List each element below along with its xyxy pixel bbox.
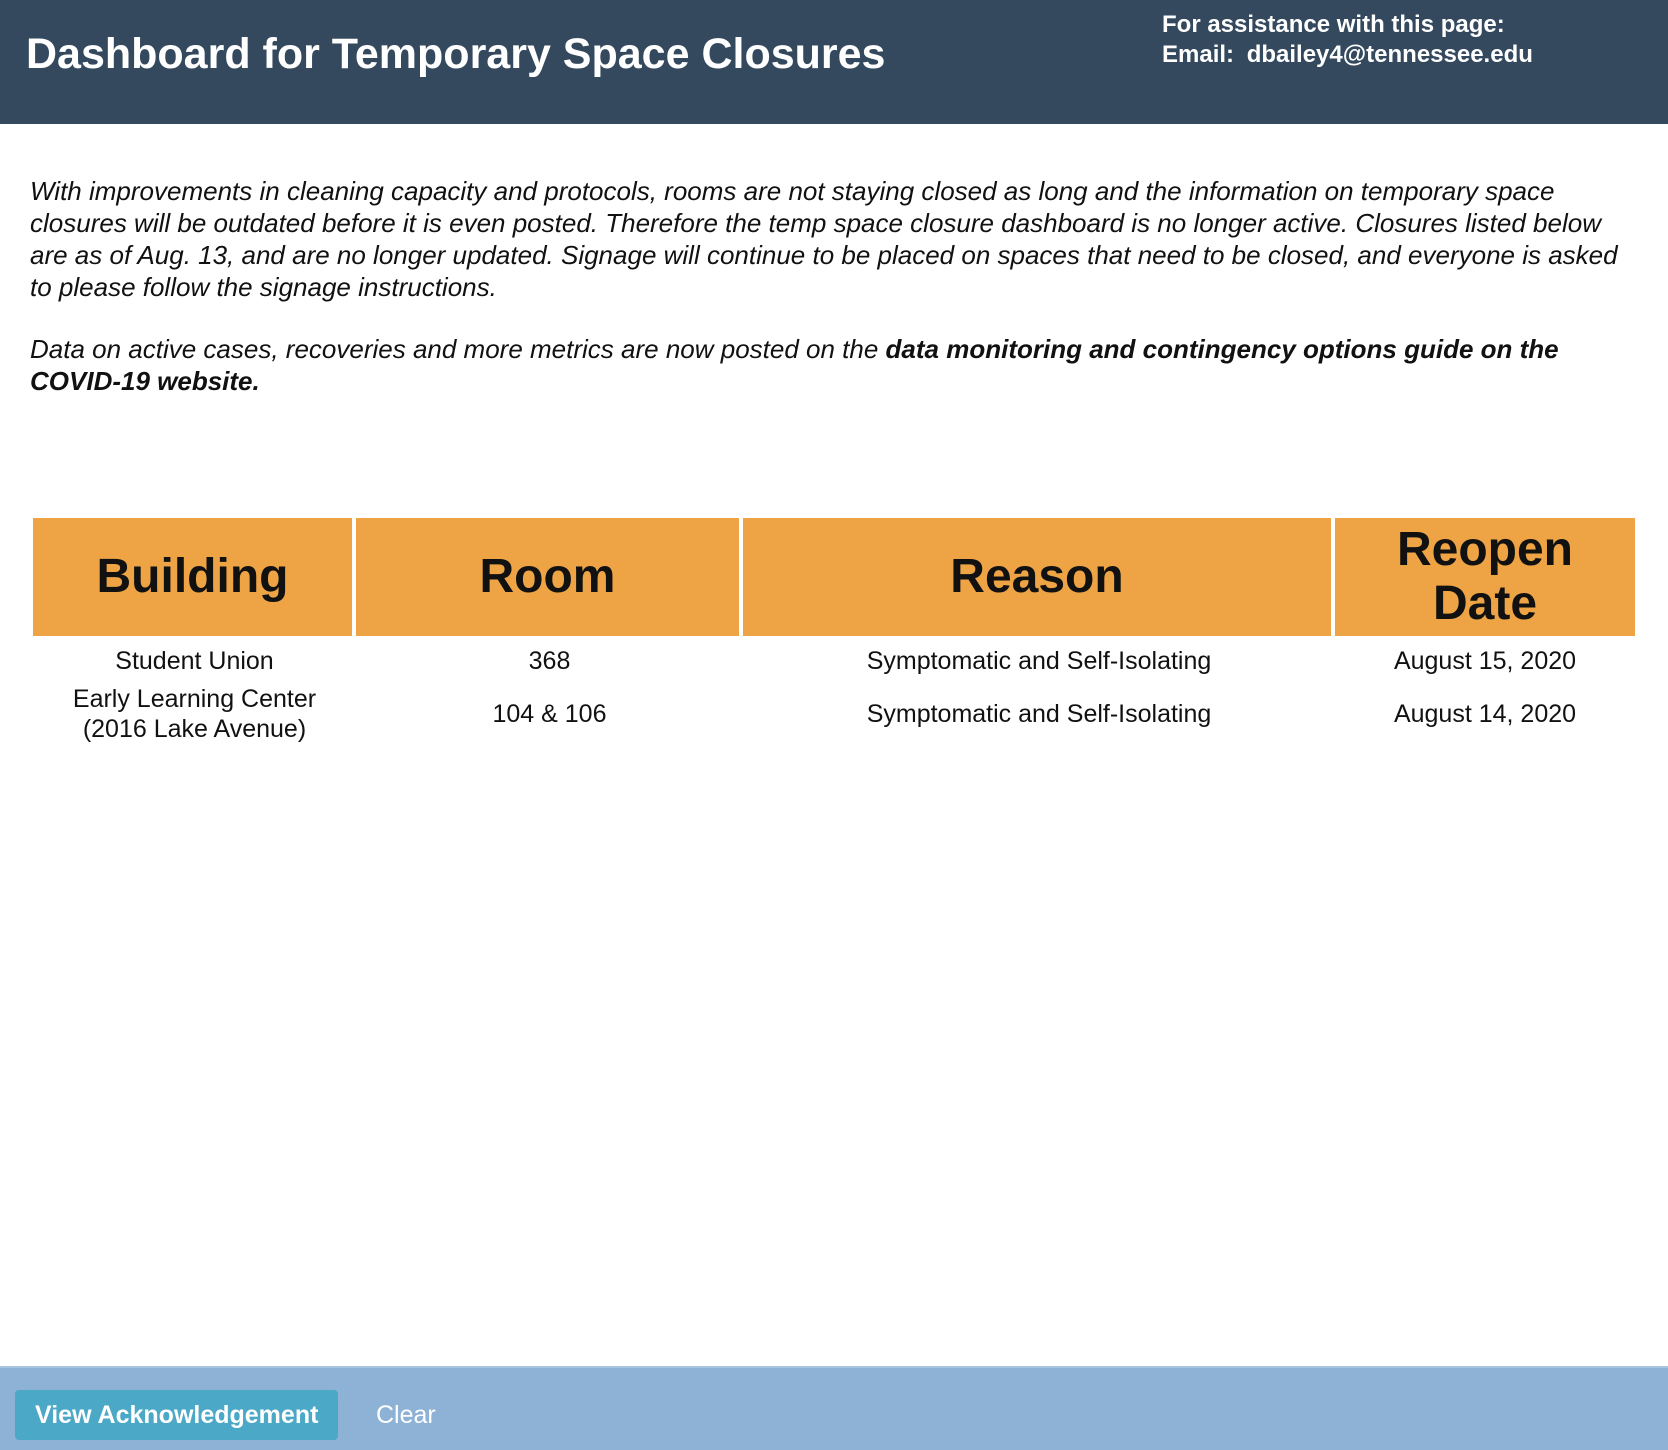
cell-building: Early Learning Center (2016 Lake Avenue) [33, 680, 356, 748]
footer-bar: View Acknowledgement Clear [0, 1366, 1668, 1450]
assistance-email[interactable]: dbailey4@tennessee.edu [1247, 41, 1533, 68]
building-name: Early Learning Center [72, 685, 317, 713]
table-row: Student Union 368 Symptomatic and Self-I… [33, 636, 1635, 680]
page-title: Dashboard for Temporary Space Closures [26, 30, 886, 78]
notice-paragraph-data: Data on active cases, recoveries and mor… [30, 333, 1640, 397]
cell-room: 104 & 106 [492, 700, 607, 728]
reopen-header-line1: Reopen [1396, 523, 1573, 576]
assistance-info: For assistance with this page: Email: db… [1162, 10, 1533, 70]
assistance-email-line: Email: dbailey4@tennessee.edu [1162, 40, 1533, 70]
column-header-building: Building [33, 518, 356, 636]
assistance-text: For assistance with this page: [1162, 11, 1505, 38]
view-acknowledgement-button[interactable]: View Acknowledgement [15, 1390, 339, 1440]
clear-button[interactable]: Clear [366, 1390, 446, 1440]
building-name: Student Union [115, 647, 274, 675]
cell-reopen-date: August 14, 2020 [1393, 700, 1577, 728]
building-address: (2016 Lake Avenue) [82, 715, 307, 743]
page-header: Dashboard for Temporary Space Closures F… [0, 0, 1668, 124]
email-label: Email: [1162, 41, 1235, 68]
table-row: Early Learning Center (2016 Lake Avenue)… [33, 680, 1635, 748]
cell-room: 368 [528, 647, 571, 675]
cell-reason: Symptomatic and Self-Isolating [866, 647, 1212, 675]
notice-paragraph: With improvements in cleaning capacity a… [30, 176, 1618, 302]
notice-data-prefix: Data on active cases, recoveries and mor… [30, 334, 886, 364]
page: Dashboard for Temporary Space Closures F… [0, 0, 1668, 1450]
column-header-room: Room [356, 518, 743, 636]
closures-table: Building Room Reason Reopen Date Student… [33, 518, 1635, 748]
cell-building: Student Union [33, 636, 356, 680]
reopen-header-line2: Date [1432, 577, 1538, 630]
column-header-reopen-date: Reopen Date [1335, 518, 1635, 636]
cell-reopen-date: August 15, 2020 [1393, 647, 1577, 675]
table-header-row: Building Room Reason Reopen Date [33, 518, 1635, 636]
cell-reason: Symptomatic and Self-Isolating [866, 700, 1212, 728]
notice-text: With improvements in cleaning capacity a… [30, 175, 1640, 427]
column-header-reason: Reason [743, 518, 1335, 636]
